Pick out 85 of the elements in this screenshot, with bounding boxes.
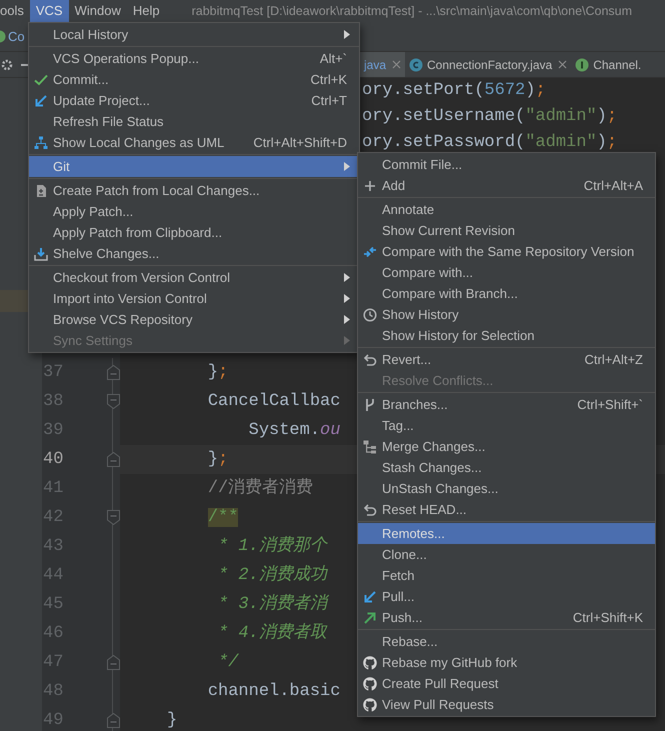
menu-item[interactable]: Reset HEAD... bbox=[358, 499, 655, 520]
menu-item[interactable]: Branches... Ctrl+Shift+` bbox=[358, 394, 655, 415]
arrow-icon bbox=[363, 590, 377, 604]
code-line: }; bbox=[208, 362, 228, 384]
menu-item[interactable]: Checkout from Version Control bbox=[29, 267, 359, 288]
interface-icon bbox=[575, 58, 590, 72]
branch-icon bbox=[363, 398, 377, 412]
menu-item[interactable]: Show History for Selection bbox=[358, 325, 655, 346]
menu-item[interactable]: Show Current Revision bbox=[358, 220, 655, 241]
shelve-icon bbox=[34, 246, 48, 260]
menu-item[interactable]: VCS Operations Popup... Alt+` bbox=[29, 48, 359, 69]
menu-bar-item[interactable]: ools bbox=[0, 0, 30, 22]
plus-icon bbox=[363, 178, 377, 192]
menu-item[interactable]: Create Pull Request bbox=[358, 673, 655, 694]
breadcrumb[interactable]: Co bbox=[8, 26, 25, 46]
class-icon bbox=[409, 58, 424, 72]
diagram-icon bbox=[34, 136, 48, 150]
code-line: ory.setPassword("admin"); bbox=[362, 132, 618, 154]
close-icon[interactable] bbox=[558, 60, 568, 69]
code-line: ory.setUsername("admin"); bbox=[362, 106, 618, 128]
compare-arrows-icon bbox=[363, 244, 377, 258]
undo-icon bbox=[363, 352, 377, 366]
menu-item[interactable]: View Pull Requests bbox=[358, 694, 655, 715]
code-line: } bbox=[167, 710, 178, 731]
menu-item[interactable]: UnStash Changes... bbox=[358, 478, 655, 499]
code-line: * 2.消费成功 bbox=[218, 564, 327, 587]
menu-item[interactable]: Remotes... bbox=[358, 523, 655, 544]
window-title: rabbitmqTest [D:\ideawork\rabbitmqTest] - ...\src\main\java\com\qb\one\Consum bbox=[192, 2, 632, 20]
code-line: * 1.消费那个 bbox=[218, 535, 327, 558]
menu-item[interactable]: Update Project... Ctrl+T bbox=[29, 90, 359, 111]
github-icon bbox=[363, 676, 377, 690]
menu-item[interactable]: Commit File... bbox=[358, 154, 655, 175]
patch-icon bbox=[34, 184, 48, 198]
menu-item[interactable]: Push... Ctrl+Shift+K bbox=[358, 607, 655, 628]
editor-tab[interactable]: ConnectionFactory.java bbox=[405, 52, 572, 77]
menu-item[interactable]: Rebase... bbox=[358, 631, 655, 652]
code-line: }; bbox=[208, 448, 228, 471]
menu-item[interactable]: Browse VCS Repository bbox=[29, 309, 359, 330]
menu-item[interactable]: Refresh File Status bbox=[29, 111, 359, 132]
menu-item[interactable]: Apply Patch from Clipboard... bbox=[29, 222, 359, 243]
menu-item[interactable]: Apply Patch... bbox=[29, 201, 359, 222]
menu-item[interactable]: Rebase my GitHub fork bbox=[358, 652, 655, 673]
arrow-icon bbox=[34, 94, 48, 108]
code-line: ory.setPort(5672); bbox=[362, 80, 546, 102]
code-line: */ bbox=[218, 652, 238, 674]
github-icon bbox=[363, 698, 377, 712]
menu-item[interactable]: Clone... bbox=[358, 544, 655, 565]
menu-item[interactable]: Add Ctrl+Alt+A bbox=[358, 175, 655, 196]
code-line: * 4.消费者取 bbox=[218, 622, 327, 645]
menu-item[interactable]: Show Local Changes as UML Ctrl+Alt+Shift+D bbox=[29, 132, 359, 153]
menu-item[interactable]: Local History bbox=[29, 24, 359, 45]
menu-item[interactable]: Import into Version Control bbox=[29, 288, 359, 309]
editor-tab[interactable]: java bbox=[360, 52, 406, 77]
merge-icon bbox=[363, 440, 377, 454]
menu-item[interactable]: Shelve Changes... bbox=[29, 243, 359, 264]
check-icon bbox=[34, 72, 48, 86]
code-line: //消费者消费 bbox=[208, 477, 314, 500]
undo-icon bbox=[363, 502, 377, 516]
code-line: * 3.消费者消 bbox=[218, 593, 327, 616]
clock-icon bbox=[363, 308, 377, 322]
menu-bar-item[interactable]: VCS bbox=[30, 0, 69, 22]
menu-item[interactable]: Compare with the Same Repository Version bbox=[358, 241, 655, 262]
menu-item[interactable]: Annotate bbox=[358, 199, 655, 220]
editor-tab[interactable]: Channel. bbox=[571, 52, 646, 77]
menu-item[interactable]: Fetch bbox=[358, 565, 655, 586]
menu-bar-item[interactable]: Help bbox=[126, 0, 166, 22]
code-line: System.ou bbox=[248, 420, 340, 442]
code-line: CancelCallbac bbox=[208, 390, 340, 413]
code-line: channel.basic bbox=[208, 680, 340, 703]
menu-item[interactable]: Compare with Branch... bbox=[358, 283, 655, 304]
menu-item[interactable]: Compare with... bbox=[358, 262, 655, 283]
menu-item[interactable]: Pull... bbox=[358, 586, 655, 607]
menu-item[interactable]: Merge Changes... bbox=[358, 436, 655, 457]
menu-item[interactable]: Create Patch from Local Changes... bbox=[29, 180, 359, 201]
menu-item[interactable]: Commit... Ctrl+K bbox=[29, 69, 359, 90]
menu-item[interactable]: Revert... Ctrl+Alt+Z bbox=[358, 349, 655, 370]
menu-bar-item[interactable]: Window bbox=[68, 0, 127, 22]
settings-icon[interactable] bbox=[1, 58, 13, 70]
menu-item[interactable]: Stash Changes... bbox=[358, 457, 655, 478]
arrow-icon bbox=[363, 610, 377, 624]
menu-item[interactable]: Git bbox=[29, 156, 359, 177]
menu-item[interactable]: Show History bbox=[358, 304, 655, 325]
github-icon bbox=[363, 656, 377, 670]
line-number: 40 bbox=[43, 448, 64, 471]
menu-item[interactable]: Tag... bbox=[358, 415, 655, 436]
